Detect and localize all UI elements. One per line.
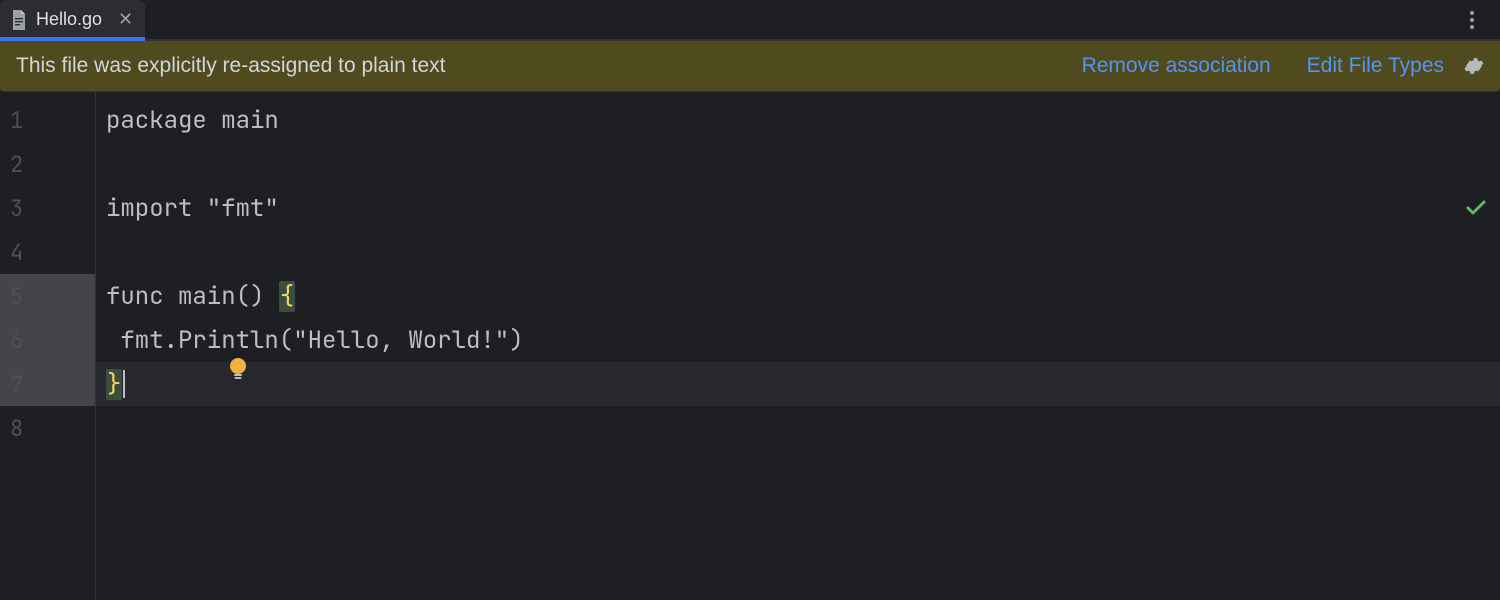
line-number[interactable]: 2 (0, 142, 95, 186)
line-number-gutter[interactable]: 1 2 3 4 5 6 7 8 (0, 92, 96, 600)
active-tab-indicator (0, 37, 145, 41)
editor-tab-bar: Hello.go ✕ (0, 0, 1500, 40)
kebab-menu-icon[interactable] (1460, 8, 1484, 32)
line-number[interactable]: 1 (0, 98, 95, 142)
code-line: import "fmt" (96, 186, 1500, 230)
gear-icon[interactable] (1462, 55, 1484, 77)
code-line: package main (96, 98, 1500, 142)
line-number[interactable]: 8 (0, 406, 95, 450)
banner-message: This file was explicitly re-assigned to … (16, 54, 1046, 78)
file-type-notification-banner: This file was explicitly re-assigned to … (0, 40, 1500, 92)
code-text: func main() (106, 281, 279, 312)
code-line: fmt.Println("Hello, World!") (96, 318, 1500, 362)
code-text: import "fmt" (106, 193, 279, 224)
ok-check-icon[interactable] (1464, 196, 1488, 220)
matched-brace: { (279, 281, 295, 312)
line-number[interactable]: 7 (0, 362, 95, 406)
remove-association-link[interactable]: Remove association (1082, 54, 1271, 78)
tab-filename: Hello.go (36, 9, 102, 30)
code-line: func main() { (96, 274, 1500, 318)
close-icon[interactable]: ✕ (118, 9, 133, 30)
intention-bulb-icon[interactable] (112, 326, 134, 352)
line-number[interactable]: 4 (0, 230, 95, 274)
line-number[interactable]: 5 (0, 274, 95, 318)
file-icon (10, 9, 28, 31)
code-text: package main (106, 105, 279, 136)
code-view[interactable]: package main import "fmt" func main() { … (96, 92, 1500, 600)
code-line (96, 230, 1500, 274)
line-number[interactable]: 3 (0, 186, 95, 230)
code-line-active: } (96, 362, 1500, 406)
code-line (96, 406, 1500, 450)
edit-file-types-link[interactable]: Edit File Types (1307, 54, 1444, 78)
code-line (96, 142, 1500, 186)
code-text: fmt.Println("Hello, World!") (106, 325, 524, 356)
editor-tab-active[interactable]: Hello.go ✕ (0, 0, 145, 40)
editor-area: 1 2 3 4 5 6 7 8 package main import "fmt… (0, 92, 1500, 600)
line-number[interactable]: 6 (0, 318, 95, 362)
